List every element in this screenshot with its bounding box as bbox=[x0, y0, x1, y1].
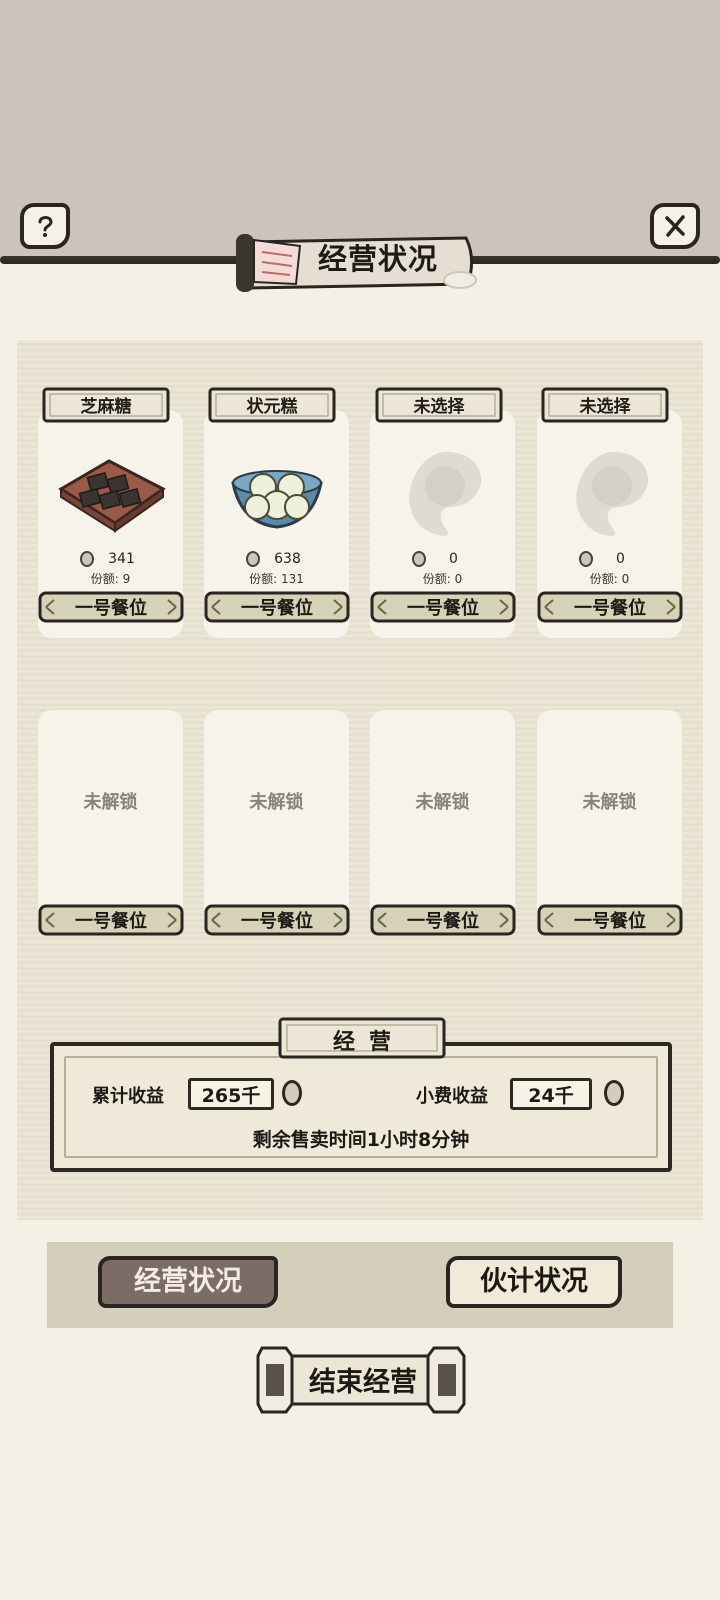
dish-name-plate: 状元糕 bbox=[208, 385, 336, 425]
locked-slot-card[interactable] bbox=[38, 710, 183, 930]
remaining-time: 剩余售卖时间1小时8分钟 bbox=[252, 1129, 470, 1151]
seat-button[interactable]: 一号餐位 bbox=[204, 903, 350, 937]
locked-label: 未解锁 bbox=[582, 792, 637, 813]
seat-button[interactable]: 一号餐位 bbox=[38, 903, 184, 937]
slot-stats: 0 份额: 0 bbox=[537, 550, 682, 587]
top-background bbox=[0, 0, 720, 262]
tab-business-status[interactable]: 经营状况 bbox=[98, 1256, 278, 1308]
locked-slot-card[interactable] bbox=[370, 710, 515, 930]
locked-slot-card[interactable] bbox=[537, 710, 682, 930]
locked-label: 未解锁 bbox=[249, 792, 304, 813]
coin-icon bbox=[282, 1080, 302, 1106]
coin-icon bbox=[245, 551, 260, 567]
tip-income-label: 小费收益 bbox=[416, 1086, 488, 1107]
close-button[interactable] bbox=[650, 203, 700, 249]
slot-stats: 0 份额: 0 bbox=[370, 550, 515, 587]
tip-income-value: 24千 bbox=[510, 1078, 592, 1110]
seat-button[interactable]: 一号餐位 bbox=[370, 590, 516, 624]
seat-button[interactable]: 一号餐位 bbox=[38, 590, 184, 624]
help-button[interactable] bbox=[20, 203, 70, 249]
close-icon bbox=[665, 215, 685, 237]
slot-stats: 341 份额: 9 bbox=[38, 550, 183, 587]
dish-name-plate: 未选择 bbox=[541, 385, 669, 425]
empty-dish-icon bbox=[537, 442, 682, 542]
seat-button[interactable]: 一号餐位 bbox=[370, 903, 516, 937]
title-banner: 经营状况 bbox=[228, 228, 480, 298]
dish-name-plate: 未选择 bbox=[375, 385, 503, 425]
dish-name-plate: 芝麻糖 bbox=[42, 385, 170, 425]
locked-label: 未解锁 bbox=[83, 792, 138, 813]
zhuangyuan-cake-icon bbox=[204, 442, 349, 542]
seat-button[interactable]: 一号餐位 bbox=[537, 903, 683, 937]
seat-button[interactable]: 一号餐位 bbox=[204, 590, 350, 624]
question-icon bbox=[38, 216, 53, 237]
coin-icon bbox=[578, 551, 593, 567]
business-title-plate: 经营 bbox=[278, 1016, 446, 1060]
total-income-label: 累计收益 bbox=[92, 1086, 164, 1107]
locked-label: 未解锁 bbox=[415, 792, 470, 813]
page-title: 经营状况 bbox=[318, 242, 439, 276]
total-income-value: 265千 bbox=[188, 1078, 274, 1110]
end-business-button[interactable]: 结束经营 bbox=[256, 1342, 468, 1414]
sesame-candy-icon bbox=[38, 442, 183, 542]
coin-icon bbox=[79, 551, 94, 567]
empty-dish-icon bbox=[370, 442, 515, 542]
slot-stats: 638 份额: 131 bbox=[204, 550, 349, 587]
locked-slot-card[interactable] bbox=[204, 710, 349, 930]
coin-icon bbox=[604, 1080, 624, 1106]
seat-button[interactable]: 一号餐位 bbox=[537, 590, 683, 624]
tab-staff-status[interactable]: 伙计状况 bbox=[446, 1256, 622, 1308]
coin-icon bbox=[411, 551, 426, 567]
